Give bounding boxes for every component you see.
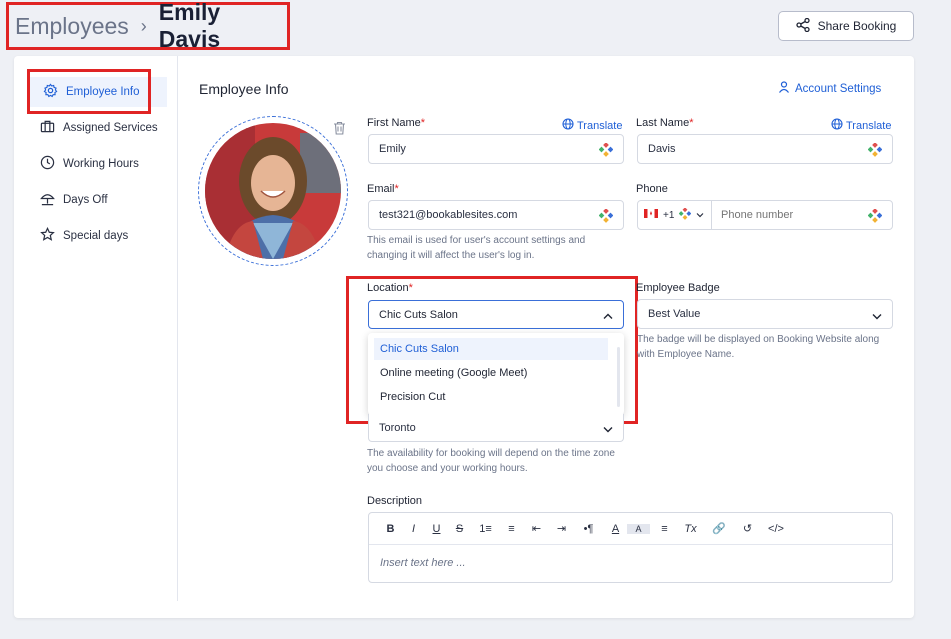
email-value: test321@bookablesites.com <box>379 209 518 221</box>
link-button[interactable]: 🔗 <box>702 522 736 535</box>
section-title: Employee Info <box>199 81 289 97</box>
chevron-down-icon <box>603 424 613 436</box>
share-booking-button[interactable]: Share Booking <box>778 11 914 41</box>
ai-assist-icon[interactable] <box>867 142 883 160</box>
breadcrumb-parent-link[interactable]: Employees <box>15 13 129 40</box>
globe-icon <box>831 118 843 133</box>
first-name-value: Emily <box>379 143 406 155</box>
sidebar-item-label: Special days <box>63 230 129 242</box>
translate-label: Translate <box>846 119 892 132</box>
chevron-down-icon <box>696 209 704 221</box>
last-name-field[interactable]: Davis <box>637 134 893 164</box>
highlight-box-location <box>346 276 638 424</box>
clear-format-button[interactable]: Tx <box>679 523 702 535</box>
bold-button[interactable]: B <box>379 523 402 535</box>
ai-assist-icon <box>679 206 692 223</box>
ai-assist-icon[interactable] <box>598 142 614 160</box>
badge-value: Best Value <box>648 308 701 320</box>
text-color-button[interactable]: A <box>604 523 627 535</box>
globe-icon <box>562 118 574 133</box>
outdent-button[interactable]: ⇤ <box>523 522 550 535</box>
share-booking-label: Share Booking <box>817 19 897 33</box>
account-settings-link[interactable]: Account Settings <box>778 81 881 96</box>
delete-photo-icon[interactable] <box>333 121 346 140</box>
email-help-text: This email is used for user's account se… <box>367 235 586 261</box>
first-name-label: First Name* <box>367 117 426 129</box>
bullet-list-button[interactable]: ≡ <box>500 523 523 535</box>
ai-assist-icon[interactable] <box>867 208 883 226</box>
sidebar-item-special-days[interactable]: Special days <box>26 221 128 251</box>
timezone-select[interactable]: Toronto <box>368 414 624 442</box>
star-icon <box>40 226 55 245</box>
sidebar-item-working-hours[interactable]: Working Hours <box>26 149 139 179</box>
canada-flag-icon <box>644 209 658 221</box>
avatar-upload[interactable] <box>198 116 348 266</box>
country-code-select[interactable]: +1 <box>638 201 712 229</box>
phone-field: +1 <box>637 200 893 230</box>
breadcrumb-separator: › <box>140 15 147 36</box>
translate-label: Translate <box>577 119 623 132</box>
underline-button[interactable]: U <box>425 523 448 535</box>
sidebar-item-label: Working Hours <box>63 158 139 170</box>
highlight-box-sidebar <box>27 69 151 114</box>
description-label: Description <box>367 495 423 507</box>
briefcase-icon <box>40 119 55 137</box>
phone-label: Phone <box>636 183 668 195</box>
ordered-list-button[interactable]: 1≡ <box>471 523 500 535</box>
sidebar-item-days-off[interactable]: Days Off <box>26 185 108 215</box>
avatar <box>205 123 341 259</box>
first-name-translate-link[interactable]: Translate <box>562 118 622 133</box>
sidebar-item-assigned-services[interactable]: Assigned Services <box>26 113 158 143</box>
clock-icon <box>40 155 55 173</box>
share-icon <box>795 17 810 35</box>
editor-placeholder[interactable]: Insert text here ... <box>380 557 466 569</box>
account-settings-label: Account Settings <box>795 82 882 95</box>
timezone-value: Toronto <box>379 421 416 434</box>
user-icon <box>778 81 790 96</box>
highlight-color-button[interactable]: A <box>627 523 650 534</box>
strikethrough-button[interactable]: S <box>448 523 471 535</box>
align-button[interactable]: ≡ <box>650 523 679 535</box>
badge-help-text: The badge will be displayed on Booking W… <box>637 334 880 360</box>
paragraph-button[interactable]: •¶ <box>573 523 604 535</box>
last-name-value: Davis <box>648 143 676 155</box>
email-field[interactable]: test321@bookablesites.com <box>368 200 624 230</box>
last-name-translate-link[interactable]: Translate <box>831 118 891 133</box>
description-editor: B I U S 1≡ ≡ ⇤ ⇥ •¶ A A ≡ Tx 🔗 ↺ </> Ins… <box>368 512 893 583</box>
chevron-down-icon <box>872 311 882 323</box>
country-code-value: +1 <box>663 209 675 221</box>
phone-number-input[interactable] <box>721 209 851 221</box>
umbrella-icon <box>40 191 55 209</box>
undo-button[interactable]: ↺ <box>736 522 759 535</box>
indent-button[interactable]: ⇥ <box>550 522 573 535</box>
first-name-field[interactable]: Emily <box>368 134 624 164</box>
breadcrumb: Employees › Emily Davis <box>6 0 290 52</box>
code-view-button[interactable]: </> <box>759 523 793 535</box>
badge-select[interactable]: Best Value <box>637 299 893 329</box>
sidebar-item-label: Assigned Services <box>63 122 158 134</box>
sidebar-item-label: Days Off <box>63 194 108 206</box>
editor-toolbar: B I U S 1≡ ≡ ⇤ ⇥ •¶ A A ≡ Tx 🔗 ↺ </> <box>369 513 892 545</box>
last-name-label: Last Name* <box>636 117 694 129</box>
italic-button[interactable]: I <box>402 523 425 535</box>
ai-assist-icon[interactable] <box>598 208 614 226</box>
page-title: Emily Davis <box>158 0 221 52</box>
badge-label: Employee Badge <box>636 282 720 294</box>
email-label: Email* <box>367 183 399 195</box>
timezone-help-text: The availability for booking will depend… <box>367 448 615 474</box>
